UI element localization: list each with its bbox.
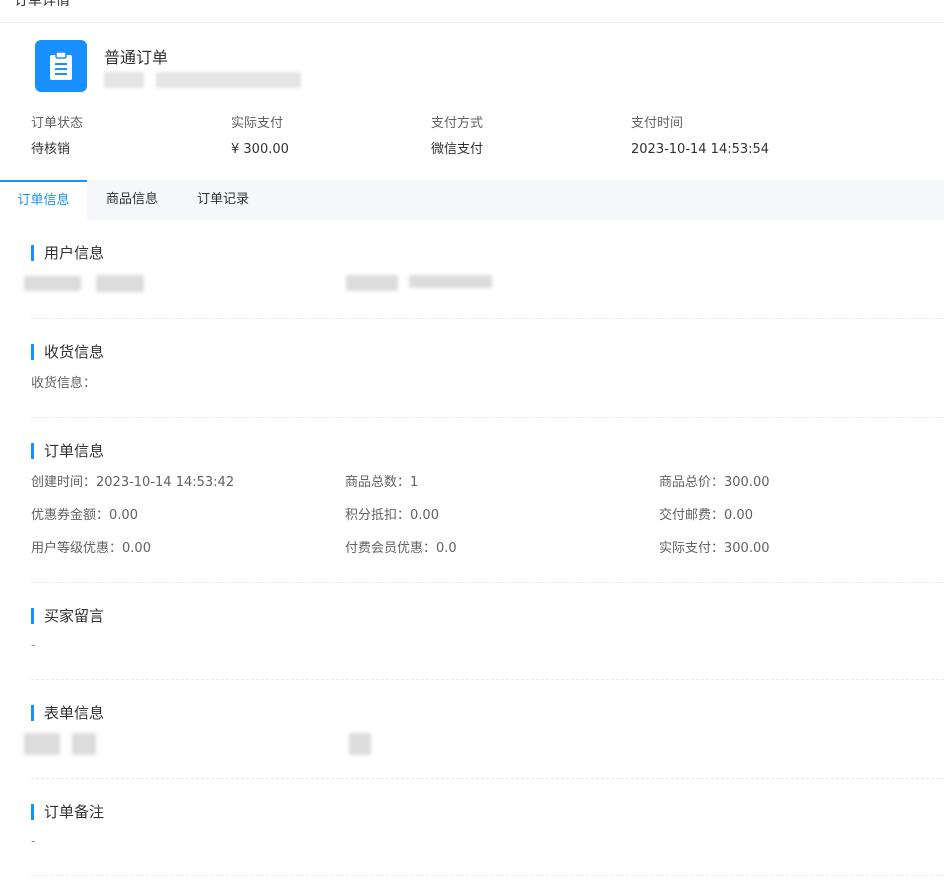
field-value: 300.00 xyxy=(724,541,770,556)
section-title: 用户信息 xyxy=(31,244,104,262)
tab-bar: 订单信息 商品信息 订单记录 xyxy=(0,180,944,220)
section-title: 订单信息 xyxy=(31,442,104,460)
tab-order-info[interactable]: 订单信息 xyxy=(0,180,87,220)
field-coupon: 优惠券金额：0.00 xyxy=(31,507,138,525)
field-label: 积分抵扣： xyxy=(345,508,411,523)
field-label: 实际支付： xyxy=(659,541,725,556)
field-create-time: 创建时间：2023-10-14 14:53:42 xyxy=(31,474,234,492)
section-order-info: 订单信息 创建时间：2023-10-14 14:53:42 商品总数：1 商品总… xyxy=(31,442,944,583)
field-item-total: 商品总价：300.00 xyxy=(659,474,770,492)
field-label: 收货信息： xyxy=(31,376,97,391)
field-member-discount: 付费会员优惠：0.0 xyxy=(345,540,457,558)
summary-label: 实际支付 xyxy=(231,116,284,131)
summary-label: 订单状态 xyxy=(31,116,84,131)
order-type: 普通订单 xyxy=(104,48,169,67)
order-remark-value: - xyxy=(31,834,36,849)
field-actual-paid: 实际支付：300.00 xyxy=(659,540,770,558)
field-value: 1 xyxy=(410,475,419,490)
field-label: 商品总数： xyxy=(345,475,411,490)
field-value: 0.00 xyxy=(109,508,138,523)
order-number-redacted xyxy=(104,72,304,90)
section-order-remark: 订单备注 - xyxy=(31,803,944,876)
section-title: 买家留言 xyxy=(31,607,104,625)
section-title: 收货信息 xyxy=(31,343,104,361)
summary-value: 2023-10-14 14:53:54 xyxy=(631,142,770,157)
order-card: 普通订单 订单状态 待核销 实际支付 ¥ 300.00 支付方式 微信支付 支付… xyxy=(0,23,944,180)
summary-status: 订单状态 待核销 xyxy=(31,115,83,159)
summary-value: ¥ 300.00 xyxy=(231,142,289,157)
field-shipping-fee: 交付邮费：0.00 xyxy=(659,507,753,525)
buyer-note-value: - xyxy=(31,638,36,653)
user-field-redacted xyxy=(346,275,398,291)
section-buyer-note: 买家留言 - xyxy=(31,607,944,680)
field-item-count: 商品总数：1 xyxy=(345,474,418,492)
summary-value: 待核销 xyxy=(31,142,71,157)
section-user-info: 用户信息 xyxy=(24,243,944,319)
form-field-redacted xyxy=(349,733,371,755)
summary-label: 支付方式 xyxy=(431,116,484,131)
user-field-redacted xyxy=(409,275,492,288)
field-value: 0.00 xyxy=(724,508,753,523)
field-label: 优惠券金额： xyxy=(31,508,110,523)
field-level-discount: 用户等级优惠：0.00 xyxy=(31,540,151,558)
summary-pay-method: 支付方式 微信支付 xyxy=(431,115,483,159)
shipping-field: 收货信息： xyxy=(31,375,96,393)
user-field-redacted xyxy=(24,276,81,291)
summary-paid: 实际支付 ¥ 300.00 xyxy=(231,115,289,159)
section-shipping-info: 收货信息 收货信息： xyxy=(31,343,944,418)
tab-product-info[interactable]: 商品信息 xyxy=(87,180,177,220)
summary-value: 微信支付 xyxy=(431,142,484,157)
section-title: 订单备注 xyxy=(31,803,104,821)
field-value: 2023-10-14 14:53:42 xyxy=(96,475,235,490)
user-field-redacted xyxy=(96,275,144,292)
summary-label: 支付时间 xyxy=(631,116,684,131)
section-title: 表单信息 xyxy=(31,704,104,722)
field-label: 创建时间： xyxy=(31,475,97,490)
field-value: 300.00 xyxy=(724,475,770,490)
field-value: 0.00 xyxy=(122,541,151,556)
tab-order-records[interactable]: 订单记录 xyxy=(177,180,269,220)
page-title: 订单详情 xyxy=(14,0,70,9)
page-header: 订单详情 xyxy=(0,0,944,23)
section-form-info: 表单信息 xyxy=(24,704,944,779)
field-points: 积分抵扣：0.00 xyxy=(345,507,439,525)
field-label: 交付邮费： xyxy=(659,508,725,523)
form-field-redacted xyxy=(72,733,96,755)
form-field-redacted xyxy=(24,733,60,755)
clipboard-icon xyxy=(35,40,87,92)
field-label: 商品总价： xyxy=(659,475,725,490)
summary-pay-time: 支付时间 2023-10-14 14:53:54 xyxy=(631,115,769,159)
field-value: 0.00 xyxy=(410,508,439,523)
field-value: 0.0 xyxy=(436,541,457,556)
field-label: 付费会员优惠： xyxy=(345,541,437,556)
field-label: 用户等级优惠： xyxy=(31,541,123,556)
